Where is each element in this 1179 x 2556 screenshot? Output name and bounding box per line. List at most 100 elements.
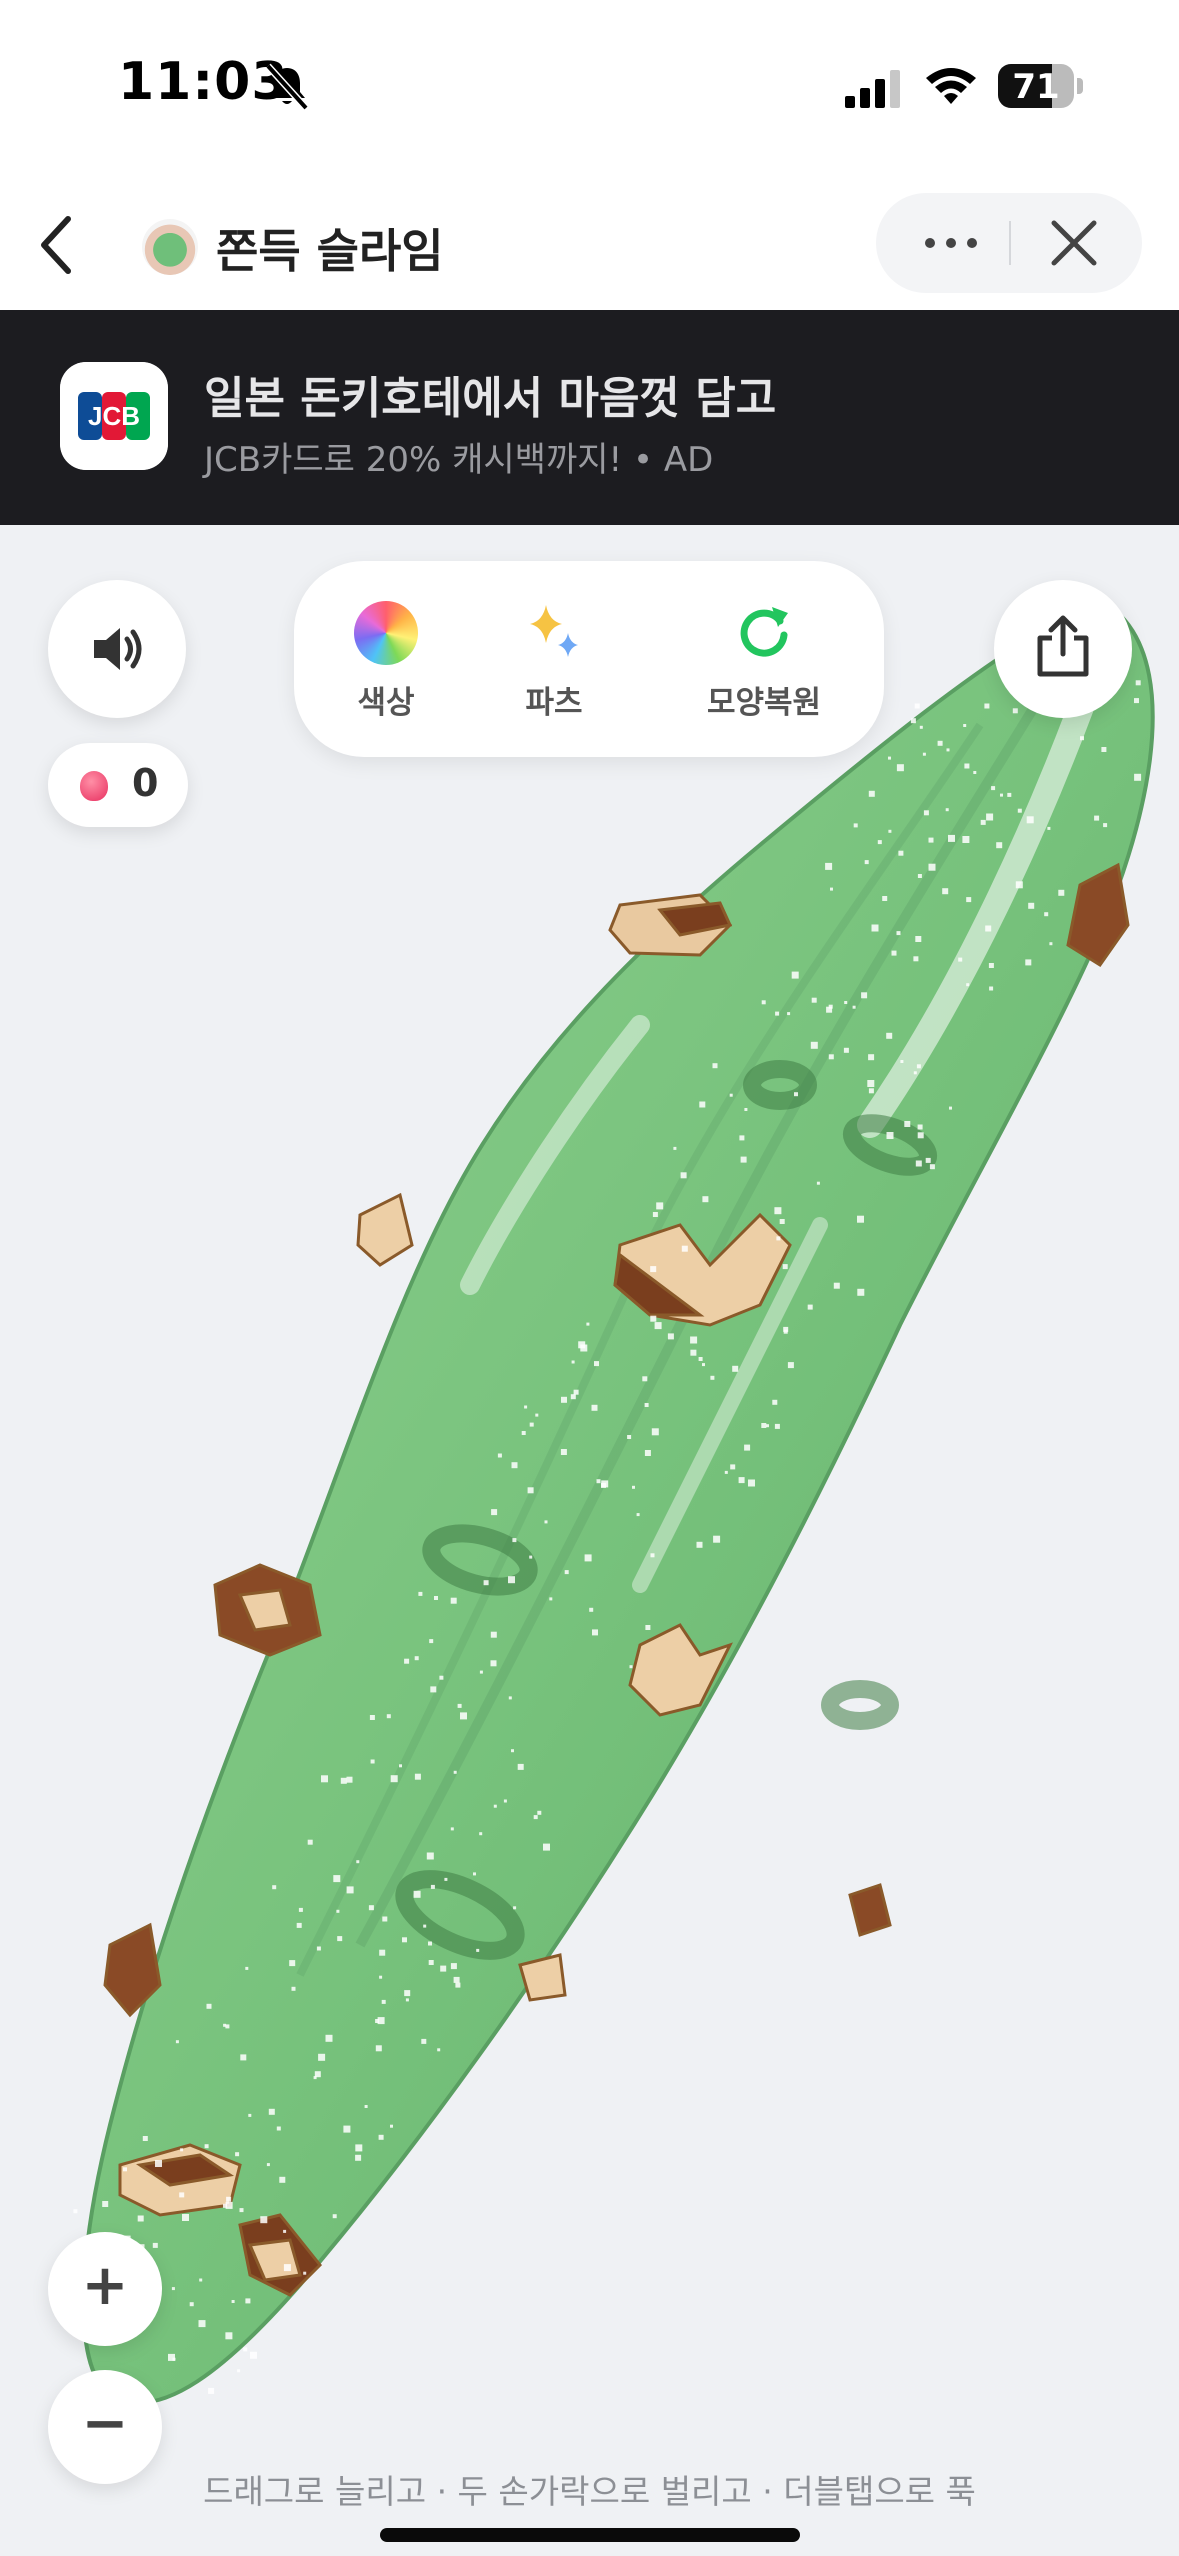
glitter-flake bbox=[460, 1712, 467, 1720]
glitter-flake bbox=[888, 829, 892, 833]
glitter-flake bbox=[923, 810, 929, 816]
ad-banner[interactable]: JCB 일본 돈키호테에서 마음껏 담고 JCB카드로 20% 캐시백까지! •… bbox=[0, 310, 1179, 525]
more-horizontal-icon[interactable] bbox=[916, 215, 986, 271]
glitter-flake bbox=[564, 1570, 569, 1575]
sound-toggle-button[interactable] bbox=[48, 580, 186, 718]
glitter-flake bbox=[434, 1596, 438, 1600]
glitter-flake bbox=[123, 2167, 127, 2172]
counter-value: 0 bbox=[132, 761, 159, 805]
slime-scene[interactable] bbox=[0, 525, 1179, 2556]
slime-canvas[interactable]: 0 색상 파츠 모양복원 + − 드래그로 늘리고 · 두 손가락으로 벌리고 … bbox=[0, 525, 1179, 2556]
glitter-flake bbox=[966, 983, 970, 987]
glitter-flake bbox=[601, 1482, 606, 1488]
tool-label-reset: 모양복원 bbox=[706, 685, 822, 721]
glitter-flake bbox=[980, 819, 986, 825]
glitter-flake bbox=[479, 1670, 483, 1674]
glitter-flake bbox=[864, 860, 869, 865]
glitter-flake bbox=[868, 1054, 875, 1061]
glitter-flake bbox=[316, 1946, 321, 1951]
glitter-flake bbox=[919, 725, 923, 729]
glitter-flake bbox=[650, 1553, 655, 1558]
glitter-flake bbox=[732, 1365, 739, 1372]
wifi-icon bbox=[926, 68, 976, 104]
glitter-flake bbox=[333, 1875, 341, 1883]
glitter-flake bbox=[225, 2024, 230, 2029]
glitter-flake bbox=[690, 1349, 697, 1356]
glitter-flake bbox=[517, 1763, 524, 1770]
glitter-flake bbox=[272, 1885, 277, 1890]
glitter-flake bbox=[245, 2298, 251, 2304]
glitter-flake bbox=[584, 1554, 592, 1562]
glitter-flake bbox=[527, 1487, 534, 1494]
mini-app-capsule bbox=[876, 193, 1142, 293]
zoom-in-button[interactable]: + bbox=[48, 2232, 162, 2346]
share-button[interactable] bbox=[994, 580, 1132, 718]
glitter-flake bbox=[414, 1773, 421, 1780]
glitter-flake bbox=[973, 771, 977, 774]
glitter-flake bbox=[783, 1329, 788, 1334]
glitter-flake bbox=[544, 1520, 548, 1524]
glitter-flake bbox=[868, 1088, 874, 1094]
glitter-flake bbox=[761, 1423, 767, 1428]
glitter-flake bbox=[208, 2387, 215, 2394]
glitter-flake bbox=[375, 2045, 382, 2052]
glitter-flake bbox=[1007, 792, 1012, 797]
parts-tool-button[interactable]: 파츠 bbox=[502, 561, 606, 757]
glitter-flake bbox=[444, 1877, 448, 1881]
glitter-flake bbox=[651, 1428, 659, 1436]
glitter-flake bbox=[493, 1804, 497, 1808]
glitter-flake bbox=[560, 1449, 567, 1455]
glitter-flake bbox=[405, 1998, 409, 2002]
glitter-flake bbox=[455, 1982, 461, 1988]
glitter-flake bbox=[629, 1665, 633, 1669]
glitter-flake bbox=[1049, 942, 1053, 946]
glitter-flake bbox=[529, 1422, 534, 1427]
reset-shape-button[interactable]: 모양복원 bbox=[684, 561, 844, 757]
glitter-flake bbox=[337, 1936, 343, 1942]
glitter-flake bbox=[377, 2017, 385, 2025]
glitter-flake bbox=[1094, 815, 1100, 821]
glitter-flake bbox=[794, 1092, 798, 1097]
glitter-flake bbox=[430, 1686, 437, 1693]
glitter-flake bbox=[291, 1986, 296, 1991]
glitter-flake bbox=[825, 862, 833, 870]
glitter-flake bbox=[204, 2144, 209, 2149]
glitter-flake bbox=[1103, 823, 1108, 828]
glitter-flake bbox=[644, 1450, 651, 1456]
glitter-flake bbox=[266, 2163, 270, 2167]
glitter-flake bbox=[513, 1906, 517, 1910]
glitter-flake bbox=[268, 2108, 275, 2115]
glitter-flake bbox=[1058, 889, 1065, 896]
glitter-flake bbox=[511, 1749, 514, 1753]
glitter-flake bbox=[490, 1631, 497, 1638]
glitter-flake bbox=[355, 2144, 363, 2152]
glitter-flake bbox=[591, 1404, 598, 1411]
glitter-flake bbox=[966, 897, 972, 903]
glitter-flake bbox=[440, 1965, 447, 1972]
glitter-flake bbox=[699, 1101, 706, 1108]
glitter-flake bbox=[964, 763, 970, 769]
speaker-icon bbox=[94, 628, 142, 670]
glitter-flake bbox=[925, 1157, 931, 1163]
sparkle-icon bbox=[530, 605, 578, 657]
glitter-flake bbox=[243, 2347, 248, 2352]
glitter-flake bbox=[645, 1625, 651, 1630]
close-icon[interactable] bbox=[1044, 213, 1104, 273]
glitter-flake bbox=[453, 1976, 460, 1983]
glitter-flake bbox=[199, 2278, 203, 2282]
glitter-flake bbox=[206, 2003, 212, 2009]
glitter-flake bbox=[1017, 808, 1022, 813]
glitter-flake bbox=[437, 2048, 441, 2052]
glitter-flake bbox=[828, 1054, 834, 1060]
glitter-flake bbox=[535, 1413, 539, 1417]
glitter-flake bbox=[861, 992, 868, 999]
glitter-flake bbox=[1025, 959, 1032, 966]
glitter-flake bbox=[276, 2126, 281, 2131]
glitter-flake bbox=[237, 2369, 241, 2373]
glitter-flake bbox=[744, 1108, 748, 1111]
color-tool-button[interactable]: 색상 bbox=[334, 561, 438, 757]
glitter-flake bbox=[239, 2208, 244, 2213]
glitter-flake bbox=[421, 2038, 427, 2044]
glitter-flake bbox=[989, 986, 994, 991]
chevron-left-icon[interactable] bbox=[22, 205, 102, 285]
